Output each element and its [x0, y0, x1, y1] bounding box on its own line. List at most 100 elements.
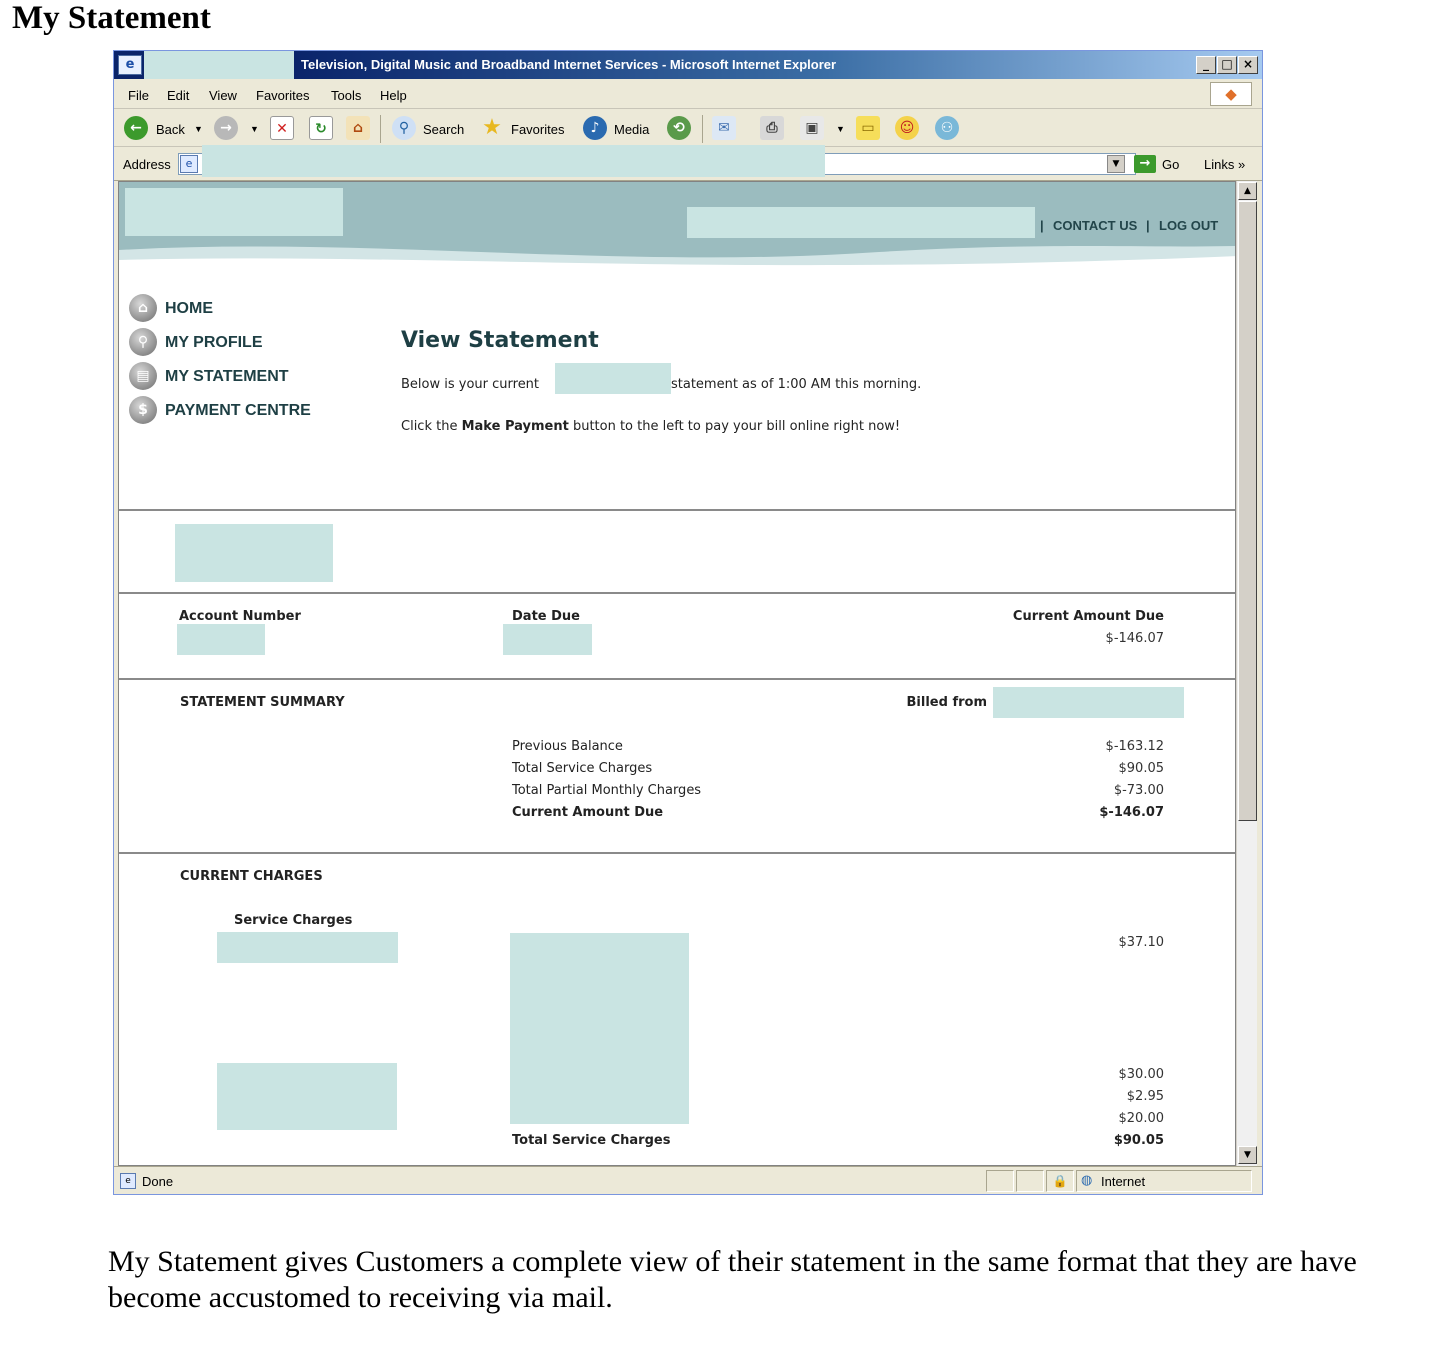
sidebar-item-home[interactable]: ⌂ HOME	[129, 294, 389, 324]
summary-row-label: Total Partial Monthly Charges	[512, 783, 702, 798]
favorites-button[interactable]: Favorites	[511, 122, 564, 137]
sidebar-item-payment-centre[interactable]: $ PAYMENT CENTRE	[129, 396, 389, 426]
sidebar-item-label: PAYMENT CENTRE	[165, 402, 311, 419]
links-label: Links	[1204, 157, 1235, 172]
scroll-thumb[interactable]	[1238, 201, 1257, 821]
close-button[interactable]: ×	[1238, 56, 1258, 74]
menu-edit[interactable]: Edit	[167, 88, 189, 103]
redacted-block	[175, 524, 333, 582]
go-arrow-icon[interactable]: →	[1134, 155, 1156, 173]
page-icon: e	[180, 155, 198, 173]
redacted-block	[510, 933, 689, 1124]
edit-page-icon[interactable]: ▣	[800, 116, 824, 140]
status-text: Done	[142, 1174, 174, 1189]
home-icon: ⌂	[129, 294, 157, 322]
users-icon[interactable]: ⚇	[935, 116, 959, 140]
toolbar: ← Back ▼ → ▼ ✕ ↻ ⌂ ⚲ Search ★ Favorites …	[114, 109, 1262, 147]
caption: My Statement gives Customers a complete …	[108, 1245, 1357, 1314]
payment-instruction: Click the Make Payment button to the lef…	[401, 419, 900, 434]
links-button[interactable]: Links »	[1204, 157, 1245, 172]
redacted-block	[217, 1063, 397, 1130]
document-title: My Statement	[12, 0, 211, 36]
address-dropdown-icon[interactable]: ▼	[1107, 155, 1125, 173]
forward-arrow-icon[interactable]: →	[214, 116, 238, 140]
redacted-block	[202, 145, 825, 177]
menu-help[interactable]: Help	[380, 88, 407, 103]
scroll-up-icon[interactable]: ▲	[1238, 182, 1257, 200]
note-icon[interactable]: ▭	[856, 116, 880, 140]
current-charges-title: CURRENT CHARGES	[180, 869, 323, 884]
statement-summary-title: STATEMENT SUMMARY	[180, 695, 345, 710]
media-button[interactable]: Media	[614, 122, 649, 137]
summary-row-value: $-73.00	[1113, 783, 1164, 798]
intro-text-end: statement as of 1:00 AM this morning.	[671, 377, 922, 392]
sidebar-item-label: HOME	[165, 300, 213, 317]
service-charges-label: Service Charges	[234, 913, 353, 928]
redacted-block	[555, 363, 671, 394]
vertical-scrollbar[interactable]: ▲ ▼	[1236, 181, 1257, 1166]
refresh-icon[interactable]: ↻	[309, 116, 333, 140]
mail-icon[interactable]: ✉	[712, 116, 736, 140]
payment-instruction-end: button to the left to pay your bill onli…	[572, 419, 901, 434]
payment-icon: $	[129, 396, 157, 424]
messenger-icon[interactable]: ☺	[895, 116, 919, 140]
current-amount-due-label: Current Amount Due	[1012, 609, 1164, 624]
sidebar-item-label: MY STATEMENT	[165, 368, 289, 385]
log-out-link[interactable]: LOG OUT	[1159, 218, 1218, 233]
go-button[interactable]: Go	[1162, 157, 1179, 172]
sidebar-item-my-statement[interactable]: ▤ MY STATEMENT	[129, 362, 389, 392]
redacted-block	[177, 624, 265, 655]
browser-window: e Television, Digital Music and Broadban…	[113, 50, 1263, 1195]
statement-icon: ▤	[129, 362, 157, 390]
window-title: Television, Digital Music and Broadband …	[301, 57, 837, 72]
media-icon[interactable]: ♪	[583, 116, 607, 140]
search-button[interactable]: Search	[423, 122, 464, 137]
redacted-block	[687, 207, 1035, 238]
scroll-down-icon[interactable]: ▼	[1238, 1146, 1257, 1164]
menu-file[interactable]: File	[128, 88, 149, 103]
sidebar-item-my-profile[interactable]: ⚲ MY PROFILE	[129, 328, 389, 358]
redacted-block	[217, 932, 398, 963]
back-button[interactable]: Back	[156, 122, 185, 137]
summary-row-label: Previous Balance	[512, 739, 623, 754]
minimize-button[interactable]: _	[1196, 56, 1216, 74]
charge-value: $30.00	[1118, 1067, 1165, 1082]
favorites-star-icon[interactable]: ★	[480, 116, 504, 140]
forward-dropdown-icon[interactable]: ▼	[250, 124, 259, 134]
address-bar: Address e ▼ → Go Links »	[114, 145, 1262, 181]
menu-favorites[interactable]: Favorites	[256, 88, 309, 103]
search-icon[interactable]: ⚲	[392, 116, 416, 140]
date-due-label: Date Due	[512, 609, 580, 624]
edit-dropdown-icon[interactable]: ▼	[836, 124, 845, 134]
toolbar-separator	[702, 115, 703, 143]
redacted-block	[993, 687, 1184, 718]
back-dropdown-icon[interactable]: ▼	[194, 124, 203, 134]
status-bar: e Done 🔒 ◍ Internet	[114, 1166, 1262, 1194]
address-label: Address	[123, 157, 171, 172]
total-service-charges-label: Total Service Charges	[512, 1133, 671, 1148]
maximize-button[interactable]: □	[1217, 56, 1237, 74]
make-payment-bold: Make Payment	[461, 419, 569, 434]
charge-value: $2.95	[1126, 1089, 1164, 1104]
contact-us-link[interactable]: CONTACT US	[1053, 218, 1137, 233]
print-icon[interactable]: ⎙	[760, 116, 784, 140]
history-icon[interactable]: ⟲	[667, 116, 691, 140]
intro-text-start: Below is your current	[401, 377, 540, 392]
menu-tools[interactable]: Tools	[331, 88, 361, 103]
current-amount-due-value: $-146.07	[1105, 631, 1164, 646]
lock-icon: 🔒	[1046, 1170, 1074, 1192]
menu-view[interactable]: View	[209, 88, 237, 103]
zone-label: Internet	[1101, 1174, 1146, 1189]
total-service-charges-value: $90.05	[1113, 1133, 1164, 1148]
divider	[119, 509, 1235, 511]
profile-icon: ⚲	[129, 328, 157, 356]
billed-from-label: Billed from	[906, 695, 987, 710]
globe-icon: ◍	[1081, 1173, 1093, 1188]
header-wave	[119, 246, 1235, 272]
status-cell	[986, 1170, 1014, 1192]
zone-cell: ◍ Internet	[1076, 1170, 1252, 1192]
home-browser-icon[interactable]: ⌂	[346, 116, 370, 140]
nav-separator: |	[1146, 218, 1150, 233]
back-arrow-icon[interactable]: ←	[124, 116, 148, 140]
stop-icon[interactable]: ✕	[270, 116, 294, 140]
